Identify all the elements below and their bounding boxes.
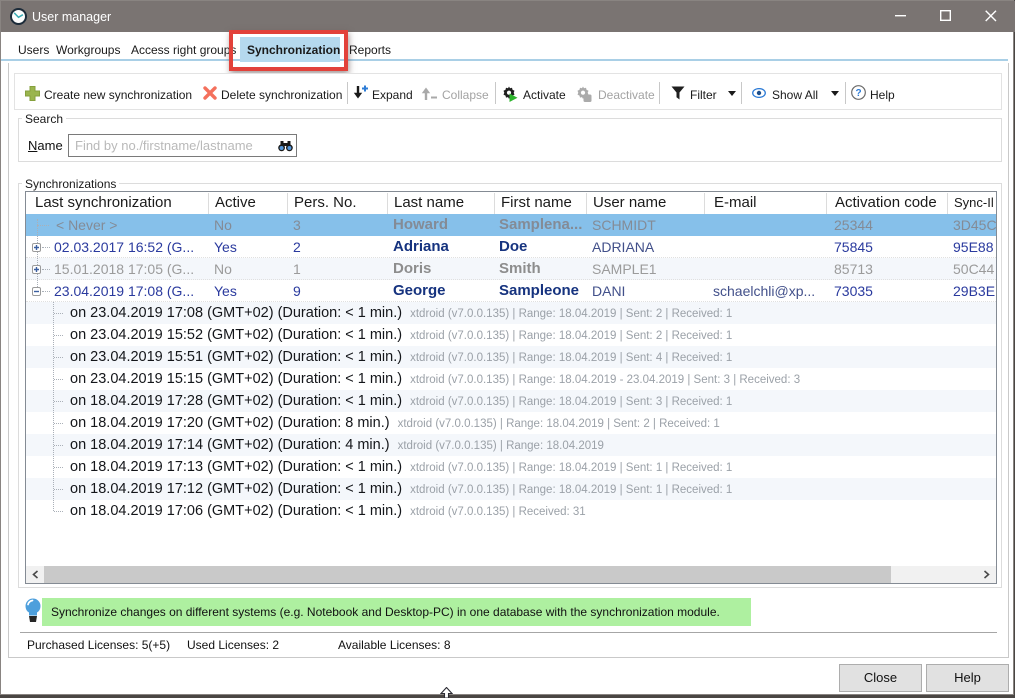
svg-text:?: ? [855,88,861,99]
